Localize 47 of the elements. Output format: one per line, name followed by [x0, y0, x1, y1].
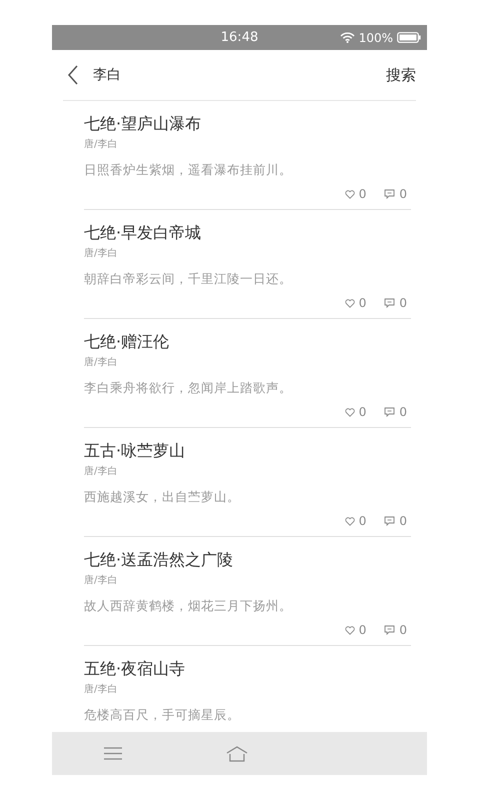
comment-count: 0	[399, 405, 407, 419]
poem-excerpt: 危楼高百尺，手可摘星辰。	[84, 706, 241, 724]
comment-count: 0	[399, 514, 407, 528]
heart-icon[interactable]	[344, 626, 355, 634]
comment-icon[interactable]	[384, 189, 396, 199]
poem-author: 唐/李白	[84, 138, 118, 152]
home-icon[interactable]	[226, 746, 248, 762]
comment-icon[interactable]	[384, 516, 396, 526]
menu-icon[interactable]	[104, 747, 122, 760]
like-count: 0	[358, 514, 366, 528]
page-title: 李白	[93, 66, 121, 84]
comment-icon[interactable]	[384, 298, 396, 308]
like-count: 0	[358, 405, 366, 419]
comment-icon[interactable]	[384, 407, 396, 417]
poem-author: 唐/李白	[84, 574, 118, 588]
heart-icon[interactable]	[344, 516, 355, 526]
back-icon[interactable]	[67, 65, 79, 85]
poem-excerpt: 日照香炉生紫烟，遥看瀑布挂前川。	[84, 161, 293, 179]
poem-author: 唐/李白	[84, 683, 118, 697]
poem-excerpt: 故人西辞黄鹤楼，烟花三月下扬州。	[84, 597, 293, 615]
like-count: 0	[358, 296, 366, 310]
poem-author: 唐/李白	[84, 356, 118, 370]
poem-author: 唐/李白	[84, 465, 118, 479]
wifi-icon	[340, 32, 355, 43]
heart-icon[interactable]	[344, 298, 355, 308]
heart-icon[interactable]	[344, 408, 355, 416]
comment-count: 0	[399, 296, 407, 310]
poem-title[interactable]: 七绝·赠汪伦	[84, 331, 411, 353]
like-count: 0	[358, 623, 366, 637]
poem-excerpt: 西施越溪女，出自苎萝山。	[84, 488, 241, 506]
like-count: 0	[358, 187, 366, 201]
poem-excerpt: 朝辞白帝彩云间，千里江陵一日还。	[84, 270, 293, 288]
poem-author: 唐/李白	[84, 247, 118, 261]
poem-title[interactable]: 七绝·送孟浩然之广陵	[84, 549, 411, 571]
search-link[interactable]: 搜索	[386, 66, 416, 84]
poem-title[interactable]: 七绝·望庐山瀑布	[84, 113, 411, 135]
status-time: 16:48	[220, 30, 258, 45]
poem-title[interactable]: 七绝·早发白帝城	[84, 222, 411, 244]
comment-count: 0	[399, 187, 407, 201]
battery-percent: 100%	[358, 30, 393, 44]
comment-count: 0	[399, 623, 407, 637]
comment-icon[interactable]	[384, 625, 396, 635]
heart-icon[interactable]	[344, 190, 355, 198]
poem-title[interactable]: 五古·咏苎萝山	[84, 440, 411, 462]
battery-icon	[397, 32, 421, 43]
poem-title[interactable]: 五绝·夜宿山寺	[84, 658, 411, 680]
poem-excerpt: 李白乘舟将欲行，忽闻岸上踏歌声。	[84, 379, 293, 397]
